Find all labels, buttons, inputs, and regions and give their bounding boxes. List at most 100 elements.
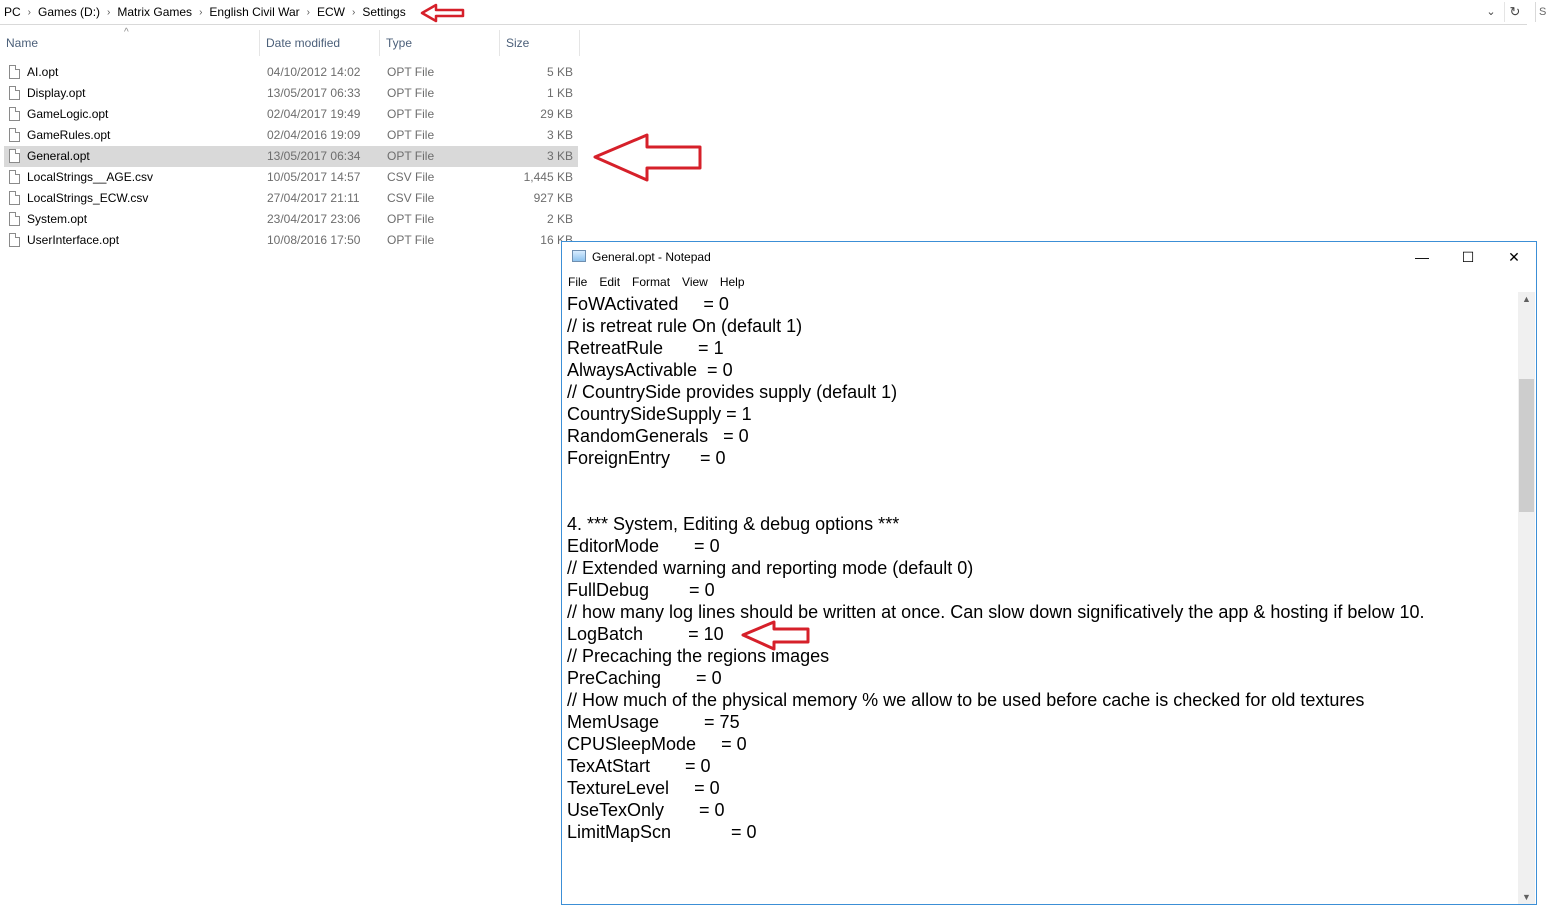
file-size: 1 KB: [546, 86, 573, 100]
file-icon: [9, 191, 20, 205]
column-header-date[interactable]: Date modified: [260, 30, 380, 56]
file-icon: [9, 107, 20, 121]
file-type: OPT File: [387, 149, 435, 163]
text-line: EditorMode = 0: [567, 536, 720, 556]
chevron-right-icon[interactable]: ›: [104, 7, 113, 18]
file-row[interactable]: UserInterface.opt 10/08/2016 17:50 OPT Fil…: [4, 230, 578, 251]
file-row[interactable]: System.opt 23/04/2017 23:06 OPT File 2 KB: [4, 209, 578, 230]
file-icon: [9, 149, 20, 163]
notepad-window: General.opt - Notepad — ☐ ✕ File Edit Fo…: [561, 241, 1537, 905]
menu-help[interactable]: Help: [714, 272, 751, 292]
file-row[interactable]: AI.opt 04/10/2012 14:02 OPT File 5 KB: [4, 62, 578, 83]
file-name[interactable]: Display.opt: [27, 83, 85, 104]
file-icon: [9, 65, 20, 79]
file-size: 29 KB: [540, 107, 573, 121]
text-line: LogBatch = 10: [567, 624, 724, 644]
file-name[interactable]: UserInterface.opt: [27, 230, 119, 251]
menu-edit[interactable]: Edit: [593, 272, 626, 292]
menu-bar: File Edit Format View Help: [562, 272, 1536, 292]
text-line: // is retreat rule On (default 1): [567, 316, 803, 336]
address-bar[interactable]: PC › Games (D:) › Matrix Games › English…: [0, 0, 1546, 25]
text-line: FoWActivated = 0: [567, 294, 729, 314]
file-row[interactable]: General.opt 13/05/2017 06:34 OPT File 3 KB: [4, 146, 578, 167]
file-icon: [9, 128, 20, 142]
file-icon: [9, 86, 20, 100]
text-line: // How much of the physical memory % we …: [567, 690, 1365, 710]
file-size: 927 KB: [533, 191, 573, 205]
scroll-down-icon[interactable]: ▼: [1518, 892, 1535, 902]
file-row[interactable]: Display.opt 13/05/2017 06:33 OPT File 1 KB: [4, 83, 578, 104]
file-date: 02/04/2017 19:49: [267, 107, 361, 121]
file-name[interactable]: GameLogic.opt: [27, 104, 108, 125]
text-line: RetreatRule = 1: [567, 338, 724, 358]
file-row[interactable]: LocalStrings__AGE.csv 10/05/2017 14:57 CSV…: [4, 167, 578, 188]
vertical-scrollbar[interactable]: ▲ ▼: [1518, 292, 1535, 904]
file-name[interactable]: System.opt: [27, 209, 87, 230]
breadcrumb-games-drive[interactable]: Games (D:): [34, 5, 104, 19]
file-date: 02/04/2016 19:09: [267, 128, 361, 142]
file-name[interactable]: General.opt: [27, 146, 90, 167]
column-header-name[interactable]: Name: [0, 30, 260, 56]
refresh-icon[interactable]: ↻: [1504, 2, 1525, 22]
text-line: FullDebug = 0: [567, 580, 715, 600]
file-type: OPT File: [387, 65, 435, 79]
chevron-down-icon[interactable]: ⌄: [1484, 5, 1498, 19]
text-line: LimitMapScn = 0: [567, 822, 757, 842]
file-size: 5 KB: [546, 65, 573, 79]
text-line: TexAtStart = 0: [567, 756, 711, 776]
file-date: 10/05/2017 14:57: [267, 170, 361, 184]
menu-view[interactable]: View: [676, 272, 714, 292]
chevron-right-icon[interactable]: ›: [196, 7, 205, 18]
text-editor[interactable]: FoWActivated = 0// is retreat rule On (d…: [562, 292, 1518, 904]
menu-file[interactable]: File: [562, 272, 593, 292]
text-line: [567, 469, 1518, 491]
close-button[interactable]: ✕: [1491, 242, 1537, 272]
file-date: 10/08/2016 17:50: [267, 233, 361, 247]
text-line: CountrySideSupply = 1: [567, 404, 752, 424]
column-header-size[interactable]: Size: [500, 30, 580, 56]
file-size: 3 KB: [546, 149, 573, 163]
file-type: OPT File: [387, 107, 435, 121]
maximize-button[interactable]: ☐: [1445, 242, 1491, 272]
file-date: 13/05/2017 06:33: [267, 86, 361, 100]
text-line: // Extended warning and reporting mode (…: [567, 558, 974, 578]
text-line: TextureLevel = 0: [567, 778, 720, 798]
text-line: AlwaysActivable = 0: [567, 360, 733, 380]
annotation-arrow-icon: [593, 133, 702, 182]
text-line: 4. *** System, Editing & debug options *…: [567, 514, 900, 534]
scrollbar-thumb[interactable]: [1519, 379, 1534, 512]
chevron-right-icon[interactable]: ›: [25, 7, 34, 18]
file-name[interactable]: AI.opt: [27, 62, 58, 83]
file-row[interactable]: GameLogic.opt 02/04/2017 19:49 OPT File 29 …: [4, 104, 578, 125]
text-line: [567, 491, 1518, 513]
file-size: 2 KB: [546, 212, 573, 226]
file-row[interactable]: GameRules.opt 02/04/2016 19:09 OPT File 3 K…: [4, 125, 578, 146]
window-title: General.opt - Notepad: [592, 250, 711, 264]
breadcrumb-matrix-games[interactable]: Matrix Games: [113, 5, 196, 19]
file-name[interactable]: LocalStrings_ECW.csv: [27, 188, 148, 209]
minimize-button[interactable]: —: [1399, 242, 1445, 272]
file-row[interactable]: LocalStrings_ECW.csv 27/04/2017 21:11 CSV …: [4, 188, 578, 209]
text-line: // CountrySide provides supply (default …: [567, 382, 898, 402]
title-bar[interactable]: General.opt - Notepad — ☐ ✕: [562, 242, 1536, 272]
file-type: OPT File: [387, 128, 435, 142]
breadcrumb: PC › Games (D:) › Matrix Games › English…: [0, 0, 410, 24]
file-name[interactable]: GameRules.opt: [27, 125, 110, 146]
chevron-right-icon[interactable]: ›: [349, 7, 358, 18]
text-line: // Precaching the regions images: [567, 646, 830, 666]
column-headers: ^ Name Date modified Type Size: [0, 27, 580, 56]
column-header-type[interactable]: Type: [380, 30, 500, 56]
file-type: CSV File: [387, 191, 435, 205]
search-box[interactable]: S: [1535, 2, 1547, 22]
file-name[interactable]: LocalStrings__AGE.csv: [27, 167, 153, 188]
scroll-up-icon[interactable]: ▲: [1518, 294, 1535, 304]
breadcrumb-pc[interactable]: PC: [0, 5, 25, 19]
file-size: 3 KB: [546, 128, 573, 142]
breadcrumb-english-civil-war[interactable]: English Civil War: [205, 5, 303, 19]
menu-format[interactable]: Format: [626, 272, 676, 292]
file-icon: [9, 212, 20, 226]
text-line: ForeignEntry = 0: [567, 448, 726, 468]
breadcrumb-settings[interactable]: Settings: [358, 5, 409, 19]
chevron-right-icon[interactable]: ›: [304, 7, 313, 18]
breadcrumb-ecw[interactable]: ECW: [313, 5, 349, 19]
